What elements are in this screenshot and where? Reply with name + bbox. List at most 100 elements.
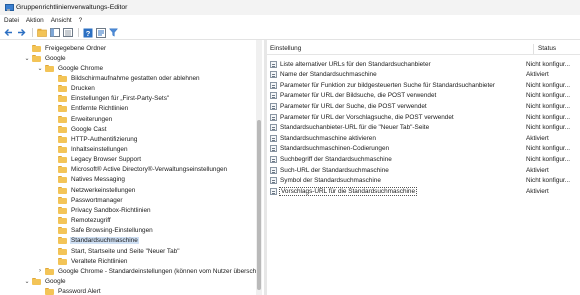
menu-aktion[interactable]: Aktion — [26, 17, 44, 24]
tree-item[interactable]: › Google Chrome - Standardeinstellungen (… — [37, 266, 259, 276]
chevron-down-icon[interactable]: ⌄ — [24, 55, 30, 62]
properties-icon[interactable] — [95, 27, 106, 38]
policy-row[interactable]: Parameter für Funktion zur bildgesteuert… — [267, 80, 580, 90]
policy-row[interactable]: Symbol der Standardsuchmaschine Nicht kon… — [267, 176, 580, 186]
policy-row[interactable]: Parameter für URL der Suche, die POST ve… — [267, 101, 580, 111]
menu-ansicht[interactable]: Ansicht — [51, 17, 72, 24]
tree-item[interactable]: Drucken — [50, 84, 96, 94]
policy-row[interactable]: Parameter für URL der Bildsuche, die POS… — [267, 91, 580, 101]
tree-item-label: Bildschirmaufnahme gestatten oder ablehn… — [71, 74, 200, 82]
tree-item[interactable]: Entfernte Richtlinien — [50, 104, 129, 114]
policy-setting-icon — [270, 92, 277, 100]
list-view-icon[interactable] — [62, 27, 73, 38]
tree-item[interactable]: ⌄ Google — [24, 276, 67, 286]
policy-state: Aktiviert — [526, 187, 549, 195]
folder-icon — [58, 227, 67, 235]
policy-setting-icon — [270, 145, 277, 153]
policy-setting-icon — [270, 177, 277, 185]
tree-item[interactable]: Freigegebene Ordner — [24, 43, 107, 53]
folder-icon — [58, 166, 67, 174]
tree-scrollbar[interactable] — [256, 40, 262, 295]
show-hide-tree-icon[interactable] — [49, 27, 60, 38]
folder-icon — [58, 176, 67, 184]
tree-item[interactable]: Start, Startseite und Seite "Neuer Tab" — [50, 246, 181, 256]
policy-name: Suchbegriff der Standardsuchmaschine — [280, 155, 392, 163]
policy-row[interactable]: Name der Standardsuchmaschine Aktiviert — [267, 70, 580, 80]
policy-name: Vorschlags-URL für die Standardsuchmasch… — [278, 186, 418, 196]
policy-name: Parameter für URL der Suche, die POST ve… — [280, 102, 427, 110]
tree-item-label: Natives Messaging — [71, 176, 125, 184]
folder-icon — [58, 237, 67, 245]
column-header-setting[interactable]: Einstellung — [270, 45, 301, 52]
tree-item-label: Remotezugriff — [71, 217, 111, 225]
folder-up-icon[interactable] — [36, 27, 47, 38]
back-arrow-icon[interactable] — [3, 27, 14, 38]
tree-item[interactable]: ⌄ Google — [24, 53, 67, 63]
policy-setting-icon — [270, 134, 277, 142]
tree-item[interactable]: Inhaltseinstellungen — [50, 145, 129, 155]
folder-icon — [58, 156, 67, 164]
tree-item[interactable]: Privacy Sandbox-Richtlinien — [50, 205, 152, 215]
tree-item-label: Erweiterungen — [71, 115, 113, 123]
tree-item[interactable]: Google Cast — [50, 124, 108, 134]
tree-item[interactable]: Veraltete Richtlinien — [50, 256, 128, 266]
policy-state: Aktiviert — [526, 71, 549, 79]
tree-item[interactable]: Netzwerkeinstellungen — [50, 185, 136, 195]
policy-state: Nicht konfigur... — [526, 81, 571, 89]
policy-row[interactable]: Liste alternativer URLs für den Standard… — [267, 59, 580, 69]
policy-state: Nicht konfigur... — [526, 60, 571, 68]
column-divider[interactable] — [533, 44, 534, 54]
tree-item[interactable]: Standardsuchmaschine — [50, 236, 139, 246]
policy-setting-icon — [270, 60, 277, 68]
tree-item[interactable]: HTTP-Authentifizierung — [50, 134, 138, 144]
tree-item-label: Google Cast — [71, 125, 107, 133]
tree-item[interactable]: Remotezugriff — [50, 216, 112, 226]
policy-row[interactable]: Vorschlags-URL für die Standardsuchmasch… — [267, 186, 580, 196]
folder-icon — [58, 74, 67, 82]
column-header-state[interactable]: Status — [538, 45, 556, 52]
policy-row[interactable]: Such-URL der Standardsuchmaschine Aktivie… — [267, 165, 580, 175]
policy-row[interactable]: Parameter für URL der Vorschlagsuche, di… — [267, 112, 580, 122]
tree-scrollbar-thumb[interactable] — [257, 120, 261, 290]
tree-item[interactable]: Natives Messaging — [50, 175, 126, 185]
help-icon[interactable]: ? — [82, 27, 93, 38]
policy-name: Parameter für URL der Bildsuche, die POS… — [280, 92, 437, 100]
policy-setting-icon — [270, 102, 277, 110]
policy-state: Nicht konfigur... — [526, 92, 571, 100]
title-bar: Gruppenrichtlinienverwaltungs-Editor — [0, 0, 580, 15]
policy-state: Nicht konfigur... — [526, 155, 571, 163]
chevron-right-icon[interactable]: › — [37, 268, 43, 274]
folder-icon — [58, 206, 67, 214]
folder-icon — [58, 257, 67, 265]
tree-item[interactable]: Microsoft® Active Directory®-Verwaltungs… — [50, 165, 228, 175]
filter-icon[interactable] — [108, 27, 119, 38]
menu-help[interactable]: ? — [79, 17, 83, 24]
policy-name: Liste alternativer URLs für den Standard… — [280, 60, 431, 68]
tree-item[interactable]: Bildschirmaufnahme gestatten oder ablehn… — [50, 73, 201, 83]
tree-pane: Freigegebene Ordner ⌄ Google ⌄ Google Chrome… — [0, 40, 264, 295]
forward-arrow-icon[interactable] — [16, 27, 27, 38]
tree-item[interactable]: Passwortmanager — [50, 195, 124, 205]
tree-item[interactable]: Password Alert — [37, 287, 102, 295]
tree-item-label: Google — [45, 277, 66, 285]
tree-item[interactable]: Erweiterungen — [50, 114, 113, 124]
policy-setting-icon — [270, 113, 277, 121]
menu-datei[interactable]: Datei — [4, 17, 19, 24]
policy-name: Standardsuchanbieter-URL für die "Neuer … — [280, 124, 430, 132]
policy-name: Parameter für Funktion zur bildgesteuert… — [280, 81, 495, 89]
chevron-down-icon[interactable]: ⌄ — [37, 65, 43, 72]
chevron-down-icon[interactable]: ⌄ — [24, 278, 30, 285]
tree-item[interactable]: Legacy Browser Support — [50, 155, 142, 165]
folder-icon — [58, 115, 67, 123]
tree-item[interactable]: Einstellungen für „First-Party-Sets" — [50, 94, 170, 104]
policy-row[interactable]: Suchbegriff der Standardsuchmaschine Nich… — [267, 154, 580, 164]
policy-row[interactable]: Standardsuchanbieter-URL für die "Neuer … — [267, 123, 580, 133]
folder-icon — [58, 105, 67, 113]
policy-name: Symbol der Standardsuchmaschine — [280, 177, 381, 185]
tree-item[interactable]: ⌄ Google Chrome — [37, 63, 104, 73]
policy-name: Standardsuchmaschine aktivieren — [280, 134, 376, 142]
policy-row[interactable]: Standardsuchmaschine aktivieren Aktiviert — [267, 133, 580, 143]
tree-item-label: Inhaltseinstellungen — [71, 146, 128, 153]
policy-row[interactable]: Standardsuchmaschinen-Codierungen Nicht k… — [267, 144, 580, 154]
tree-item[interactable]: Safe Browsing-Einstellungen — [50, 226, 154, 236]
